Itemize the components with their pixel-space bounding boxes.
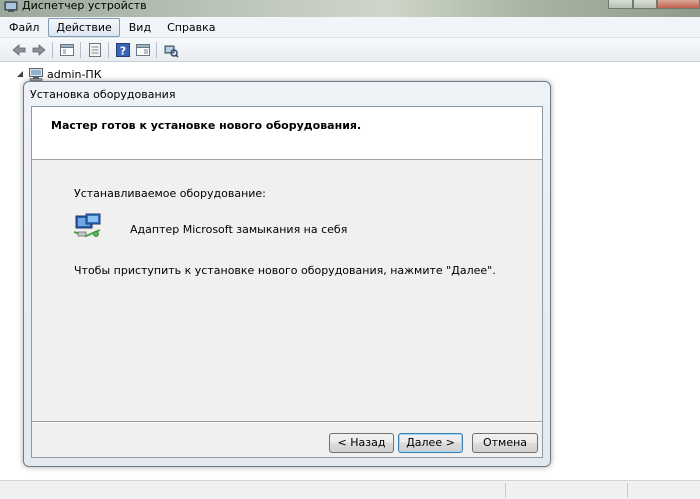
network-adapter-icon bbox=[73, 213, 101, 238]
device-manager-icon bbox=[4, 1, 18, 12]
computer-icon bbox=[29, 68, 43, 81]
instruction-text: Чтобы приступить к установке нового обор… bbox=[74, 264, 496, 277]
toolbar-separator bbox=[80, 42, 81, 58]
window-title: Диспетчер устройств bbox=[22, 0, 147, 12]
device-name: Адаптер Microsoft замыкания на себя bbox=[130, 223, 348, 236]
wizard-body: Устанавливаемое оборудование: Адаптер Mi… bbox=[32, 160, 542, 420]
dialog-title: Установка оборудования bbox=[30, 88, 176, 101]
forward-icon[interactable] bbox=[31, 42, 47, 58]
minimize-button[interactable] bbox=[608, 0, 633, 9]
wizard-button-row: < Назад Далее > Отмена bbox=[32, 433, 542, 455]
window-title-bar[interactable]: Диспетчер устройств bbox=[0, 0, 700, 17]
dialog-client-area: Мастер готов к установке нового оборудов… bbox=[31, 106, 543, 458]
menu-view[interactable]: Вид bbox=[122, 19, 158, 36]
maximize-button[interactable] bbox=[632, 0, 658, 9]
back-button[interactable]: < Назад bbox=[329, 433, 394, 453]
wizard-header-title: Мастер готов к установке нового оборудов… bbox=[51, 119, 362, 132]
menu-file[interactable]: Файл bbox=[2, 19, 46, 36]
toolbar-separator bbox=[156, 42, 157, 58]
tree-item-root[interactable]: admin-ПК bbox=[16, 67, 102, 81]
collapse-arrow-icon[interactable] bbox=[16, 70, 24, 78]
status-pane bbox=[505, 483, 506, 498]
toolbar-separator bbox=[108, 42, 109, 58]
close-button[interactable] bbox=[657, 0, 700, 9]
menu-help[interactable]: Справка bbox=[160, 19, 222, 36]
menu-action[interactable]: Действие bbox=[48, 17, 120, 37]
caption-buttons bbox=[608, 0, 700, 9]
show-hide-icon[interactable] bbox=[135, 42, 151, 58]
wizard-divider bbox=[32, 421, 542, 423]
status-bar bbox=[0, 480, 700, 499]
svg-text:?: ? bbox=[120, 45, 126, 58]
cancel-button[interactable]: Отмена bbox=[472, 433, 538, 453]
add-hardware-wizard-dialog: Установка оборудования Мастер готов к ус… bbox=[23, 81, 551, 467]
console-tree-icon[interactable] bbox=[59, 42, 75, 58]
back-icon[interactable] bbox=[11, 42, 27, 58]
status-pane bbox=[627, 483, 628, 498]
wizard-header: Мастер готов к установке нового оборудов… bbox=[32, 107, 542, 160]
menu-bar: Файл Действие Вид Справка bbox=[0, 17, 700, 38]
properties-icon[interactable] bbox=[87, 42, 103, 58]
toolbar-separator bbox=[52, 42, 53, 58]
scan-hardware-icon[interactable] bbox=[163, 42, 179, 58]
installing-hardware-label: Устанавливаемое оборудование: bbox=[74, 187, 266, 200]
toolbar: ? bbox=[0, 38, 700, 62]
help-icon[interactable]: ? bbox=[115, 42, 131, 58]
tree-item-label: admin-ПК bbox=[47, 67, 102, 81]
next-button[interactable]: Далее > bbox=[398, 433, 463, 453]
